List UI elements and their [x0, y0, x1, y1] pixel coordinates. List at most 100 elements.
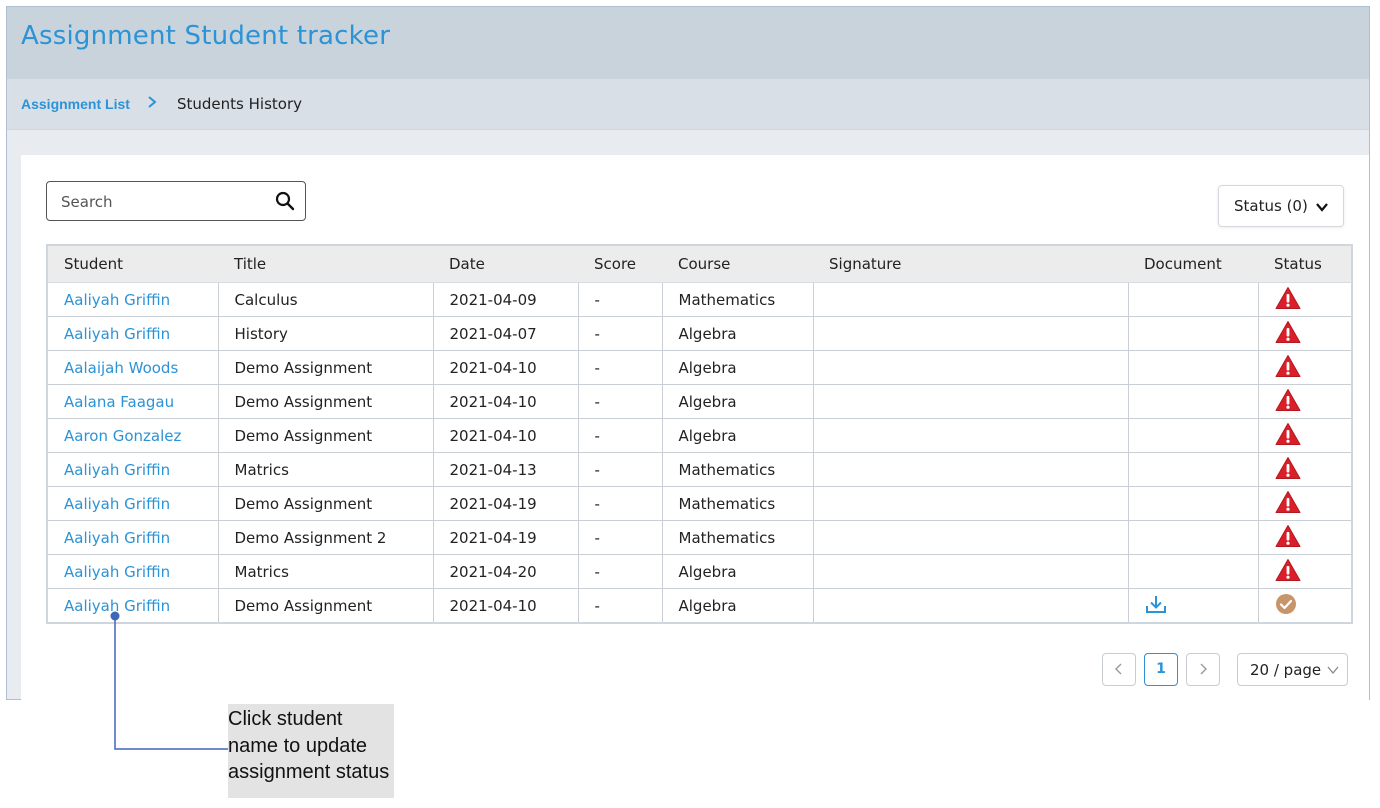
course-text: Algebra: [678, 324, 737, 343]
cell-date: 2021-04-20: [433, 554, 579, 589]
cell-student: Aaliyah Griffin: [47, 554, 219, 589]
student-name-link[interactable]: Aaliyah Griffin: [64, 529, 170, 547]
cell-score: -: [578, 316, 663, 351]
cell-signature: [813, 350, 1129, 385]
title-text: Demo Assignment: [234, 596, 373, 615]
column-header-course[interactable]: Course: [662, 245, 813, 283]
student-name-link[interactable]: Aaliyah Griffin: [64, 597, 170, 615]
table-row: Aaron Gonzalez Demo Assignment 2021-04-10 -…: [47, 418, 1352, 453]
table-row: Aaliyah Griffin Matrics 2021-04-13 - Mathema…: [47, 452, 1352, 487]
cell-date: 2021-04-10: [433, 384, 579, 419]
cell-date: 2021-04-10: [433, 588, 579, 624]
cell-student: Aaliyah Griffin: [47, 282, 219, 317]
cell-date: 2021-04-19: [433, 486, 579, 521]
column-header-score[interactable]: Score: [578, 245, 662, 283]
cell-date: 2021-04-09: [433, 282, 579, 317]
date-text: 2021-04-19: [449, 528, 537, 547]
student-name-link[interactable]: Aaliyah Griffin: [64, 325, 170, 343]
cell-title: Demo Assignment: [218, 486, 434, 521]
title-text: Demo Assignment: [234, 426, 373, 445]
cell-score: -: [578, 350, 663, 385]
column-header-status[interactable]: Status: [1258, 245, 1352, 283]
table-row: Aaliyah Griffin Calculus 2021-04-09 - Mathem…: [47, 282, 1352, 317]
table-body: Aaliyah Griffin Calculus 2021-04-09 - Mathem…: [47, 282, 1352, 624]
cell-status: [1258, 486, 1352, 521]
column-header-document[interactable]: Document: [1128, 245, 1258, 283]
breadcrumb-assignment-list-link[interactable]: Assignment List: [21, 96, 130, 112]
app-header: Assignment Student tracker: [7, 7, 1369, 79]
cell-signature: [813, 520, 1129, 555]
cell-title: History: [218, 316, 434, 351]
course-text: Algebra: [678, 426, 737, 445]
next-page-button[interactable]: [1186, 653, 1220, 686]
cell-title: Demo Assignment: [218, 350, 434, 385]
cell-date: 2021-04-19: [433, 520, 579, 555]
cell-title: Demo Assignment: [218, 418, 434, 453]
cell-document: [1128, 384, 1259, 419]
search-box[interactable]: [46, 181, 306, 221]
column-header-student[interactable]: Student: [47, 245, 218, 283]
column-header-date[interactable]: Date: [433, 245, 578, 283]
table-row: Aalaijah Woods Demo Assignment 2021-04-10 -…: [47, 350, 1352, 385]
cell-course: Algebra: [662, 554, 814, 589]
score-text: -: [594, 358, 600, 377]
cell-course: Algebra: [662, 418, 814, 453]
cell-document: [1128, 588, 1259, 624]
cell-status: [1258, 350, 1352, 385]
cell-title: Demo Assignment 2: [218, 520, 434, 555]
student-name-link[interactable]: Aaliyah Griffin: [64, 495, 170, 513]
score-text: -: [594, 460, 600, 479]
student-name-link[interactable]: Aaron Gonzalez: [64, 427, 181, 445]
score-text: -: [594, 562, 600, 581]
chevron-left-icon: [1115, 663, 1122, 675]
score-text: -: [594, 290, 600, 309]
annotation-callout: Click student name to update assignment …: [228, 704, 394, 798]
status-filter-dropdown[interactable]: Status (0): [1218, 185, 1344, 227]
page-size-select[interactable]: 20 / page: [1237, 653, 1348, 686]
students-history-table: Student Title Date Score Course Signatur…: [46, 244, 1353, 624]
student-name-link[interactable]: Aaliyah Griffin: [64, 291, 170, 309]
page-1-button[interactable]: 1: [1144, 653, 1178, 686]
breadcrumb-current: Students History: [177, 95, 302, 113]
cell-course: Algebra: [662, 588, 814, 624]
date-text: 2021-04-13: [449, 460, 537, 479]
date-text: 2021-04-10: [449, 596, 537, 615]
title-text: Matrics: [234, 460, 289, 479]
warning-triangle-icon: [1275, 320, 1301, 348]
warning-triangle-icon: [1275, 286, 1301, 314]
cell-score: -: [578, 282, 663, 317]
cell-title: Demo Assignment: [218, 384, 434, 419]
date-text: 2021-04-09: [449, 290, 537, 309]
cell-status: [1258, 452, 1352, 487]
cell-score: -: [578, 554, 663, 589]
search-icon[interactable]: [275, 191, 295, 211]
cell-title: Matrics: [218, 554, 434, 589]
cell-course: Mathematics: [662, 486, 814, 521]
column-header-signature[interactable]: Signature: [813, 245, 1128, 283]
column-header-title[interactable]: Title: [218, 245, 433, 283]
student-name-link[interactable]: Aalana Faagau: [64, 393, 174, 411]
cell-document: [1128, 554, 1259, 589]
course-text: Algebra: [678, 392, 737, 411]
search-input[interactable]: [59, 190, 263, 214]
cell-course: Mathematics: [662, 520, 814, 555]
prev-page-button[interactable]: [1102, 653, 1136, 686]
course-text: Mathematics: [678, 494, 776, 513]
cell-status: [1258, 282, 1352, 317]
cell-student: Aalaijah Woods: [47, 350, 219, 385]
score-text: -: [594, 494, 600, 513]
download-icon[interactable]: [1145, 594, 1167, 618]
table-row: Aaliyah Griffin History 2021-04-07 - Algebra: [47, 316, 1352, 351]
chevron-down-icon: [1316, 203, 1328, 212]
cell-document: [1128, 418, 1259, 453]
table-row: Aaliyah Griffin Demo Assignment 2021-04-19…: [47, 486, 1352, 521]
student-name-link[interactable]: Aaliyah Griffin: [64, 461, 170, 479]
cell-signature: [813, 282, 1129, 317]
student-name-link[interactable]: Aaliyah Griffin: [64, 563, 170, 581]
cell-score: -: [578, 520, 663, 555]
student-name-link[interactable]: Aalaijah Woods: [64, 359, 178, 377]
cell-signature: [813, 486, 1129, 521]
cell-signature: [813, 384, 1129, 419]
title-text: Demo Assignment 2: [234, 528, 387, 547]
cell-status: [1258, 316, 1352, 351]
